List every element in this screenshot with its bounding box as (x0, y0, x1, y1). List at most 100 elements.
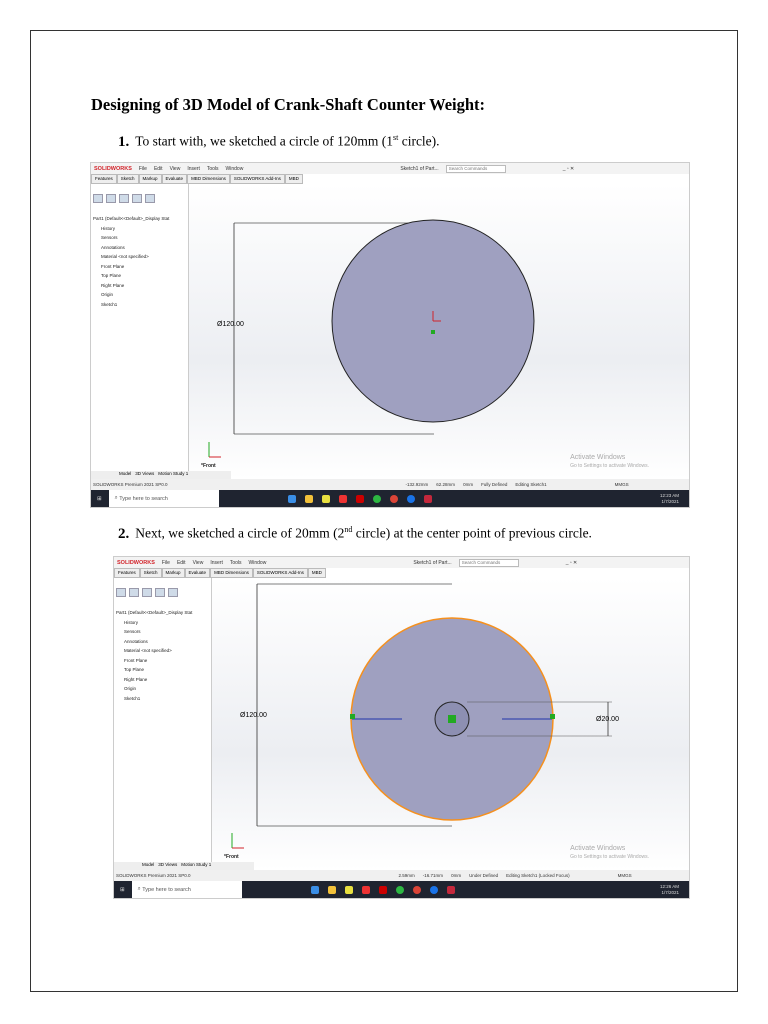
tree-origin[interactable]: Origin (114, 684, 211, 694)
whatsapp-icon[interactable] (395, 885, 404, 894)
tree-origin[interactable]: Origin (91, 290, 188, 300)
graphics-area[interactable]: Ø120.00 Ø20.00 Activate Windows Go to Set… (212, 578, 689, 870)
graphics-area[interactable]: Ø120.00 Activate Windows Go to Settings t… (189, 184, 689, 479)
tree-material[interactable]: Material <not specified> (91, 252, 188, 262)
feature-tree-icon[interactable] (116, 588, 126, 597)
explorer-icon[interactable] (327, 885, 336, 894)
tree-sensors[interactable]: Sensors (91, 233, 188, 243)
menu-view[interactable]: View (170, 166, 181, 172)
menu-file[interactable]: File (139, 166, 147, 172)
netflix-icon[interactable] (378, 885, 387, 894)
menu-insert[interactable]: Insert (210, 560, 223, 566)
start-icon[interactable]: ⊞ (120, 887, 125, 893)
tab-mbd[interactable]: MBD (284, 174, 303, 184)
tree-history[interactable]: History (114, 618, 211, 628)
tree-sketch1[interactable]: Sketch1 (91, 300, 188, 310)
tab-addins[interactable]: SOLIDWORKS Add-Ins (252, 568, 308, 578)
office-icon[interactable] (338, 494, 347, 503)
app-icon[interactable] (321, 494, 330, 503)
tree-history[interactable]: History (91, 224, 188, 234)
property-icon[interactable] (129, 588, 139, 597)
taskbar-search[interactable]: ⌕ Type here to search (108, 490, 219, 507)
dimxpert-icon[interactable] (155, 588, 165, 597)
menu-edit[interactable]: Edit (154, 166, 163, 172)
tab-sketch[interactable]: Sketch (116, 174, 139, 184)
tab-mbd[interactable]: MBD (307, 568, 326, 578)
tree-front-plane[interactable]: Front Plane (114, 656, 211, 666)
command-manager-tabs: Features Sketch Markup Evaluate MBD Dimensio… (91, 174, 303, 184)
tree-part[interactable]: Part1 (Default<<Default>_Display Stat (114, 608, 211, 618)
tab-features[interactable]: Features (114, 568, 140, 578)
window-controls[interactable]: _ ▫ ✕ (563, 166, 575, 172)
config-icon[interactable] (142, 588, 152, 597)
tree-annotations[interactable]: Annotations (91, 243, 188, 253)
menu-insert[interactable]: Insert (187, 166, 200, 172)
units-selector[interactable]: MMGS (615, 482, 629, 487)
menu-window[interactable]: Window (249, 560, 267, 566)
app-icon-2[interactable] (406, 494, 415, 503)
app-icon[interactable] (344, 885, 353, 894)
tab-3d-views[interactable]: 3D Views (158, 862, 177, 870)
tree-sketch1[interactable]: Sketch1 (114, 694, 211, 704)
tab-sketch[interactable]: Sketch (139, 568, 162, 578)
display-icon[interactable] (168, 588, 178, 597)
solidworks-taskbar-icon[interactable] (423, 494, 432, 503)
taskbar-search[interactable]: ⌕ Type here to search (131, 881, 242, 898)
tab-features[interactable]: Features (91, 174, 117, 184)
dimension-label-120[interactable]: Ø120.00 (240, 712, 267, 719)
display-icon[interactable] (145, 194, 155, 203)
tab-motion-study[interactable]: Motion Study 1 (181, 862, 211, 870)
search-commands-input[interactable]: Search Commands (445, 164, 506, 173)
property-icon[interactable] (106, 194, 116, 203)
office-icon[interactable] (361, 885, 370, 894)
chrome-icon[interactable] (412, 885, 421, 894)
config-icon[interactable] (119, 194, 129, 203)
tab-model[interactable]: Model (119, 471, 131, 479)
center-point (431, 330, 435, 334)
search-commands-input[interactable]: Search Commands (458, 558, 519, 567)
feature-tree-icon[interactable] (93, 194, 103, 203)
menu-view[interactable]: View (193, 560, 204, 566)
units-selector[interactable]: MMGS (618, 873, 632, 878)
menu-edit[interactable]: Edit (177, 560, 186, 566)
start-icon[interactable]: ⊞ (97, 496, 102, 502)
solidworks-screenshot-2: SOLIDWORKS File Edit View Insert Tools Window… (113, 556, 690, 899)
window-controls[interactable]: _ ▫ ✕ (566, 560, 578, 566)
chrome-icon[interactable] (389, 494, 398, 503)
tree-annotations[interactable]: Annotations (114, 637, 211, 647)
tab-3d-views[interactable]: 3D Views (135, 471, 154, 479)
tab-motion-study[interactable]: Motion Study 1 (158, 471, 188, 479)
tab-mbd-dimensions[interactable]: MBD Dimensions (210, 568, 253, 578)
tree-material[interactable]: Material <not specified> (114, 646, 211, 656)
dimension-label-20[interactable]: Ø20.00 (596, 716, 619, 723)
tab-evaluate[interactable]: Evaluate (184, 568, 211, 578)
clock[interactable]: 12:26 AM 1/7/2021 (660, 884, 679, 896)
dimension-label[interactable]: Ø120.00 (217, 321, 244, 328)
menu-window[interactable]: Window (226, 166, 244, 172)
tab-mbd-dimensions[interactable]: MBD Dimensions (187, 174, 230, 184)
tree-top-plane[interactable]: Top Plane (91, 271, 188, 281)
clock[interactable]: 12:23 AM 1/7/2021 (660, 493, 679, 505)
tree-right-plane[interactable]: Right Plane (114, 675, 211, 685)
tab-evaluate[interactable]: Evaluate (161, 174, 188, 184)
whatsapp-icon[interactable] (372, 494, 381, 503)
tree-sensors[interactable]: Sensors (114, 627, 211, 637)
tab-markup[interactable]: Markup (161, 568, 185, 578)
menu-file[interactable]: File (162, 560, 170, 566)
menu-tools[interactable]: Tools (207, 166, 219, 172)
edge-icon[interactable] (310, 885, 319, 894)
tab-addins[interactable]: SOLIDWORKS Add-Ins (229, 174, 285, 184)
dimxpert-icon[interactable] (132, 194, 142, 203)
menu-tools[interactable]: Tools (230, 560, 242, 566)
netflix-icon[interactable] (355, 494, 364, 503)
tree-front-plane[interactable]: Front Plane (91, 262, 188, 272)
tab-markup[interactable]: Markup (138, 174, 162, 184)
edge-icon[interactable] (287, 494, 296, 503)
tree-part[interactable]: Part1 (Default<<Default>_Display Stat (91, 214, 188, 224)
explorer-icon[interactable] (304, 494, 313, 503)
tab-model[interactable]: Model (142, 862, 154, 870)
tree-top-plane[interactable]: Top Plane (114, 665, 211, 675)
app-icon-2[interactable] (429, 885, 438, 894)
tree-right-plane[interactable]: Right Plane (91, 281, 188, 291)
solidworks-taskbar-icon[interactable] (446, 885, 455, 894)
